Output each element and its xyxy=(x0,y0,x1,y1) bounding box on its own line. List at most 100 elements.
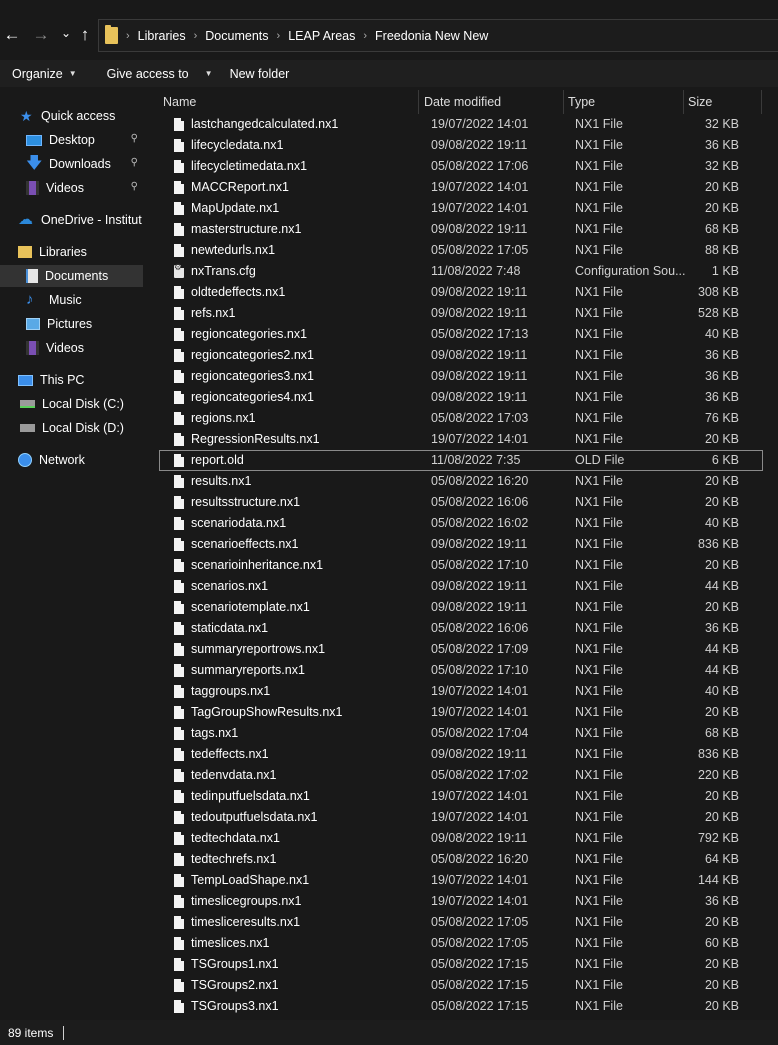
breadcrumb-chevron-icon[interactable]: › xyxy=(363,30,367,42)
file-row[interactable]: tedinputfuelsdata.nx1 19/07/2022 14:01 NX1… xyxy=(159,786,763,807)
column-header-name[interactable]: Name xyxy=(159,90,419,114)
sidebar-item-videos-quick[interactable]: Videos ⚲ xyxy=(26,177,143,199)
file-row[interactable]: scenariodata.nx1 05/08/2022 16:02 NX1 File… xyxy=(159,513,763,534)
file-icon xyxy=(174,811,184,824)
file-type: NX1 File xyxy=(575,558,623,572)
file-date-modified: 09/08/2022 19:11 xyxy=(431,285,528,299)
organize-label: Organize xyxy=(12,66,63,81)
sidebar-item-music[interactable]: ♪ Music xyxy=(26,289,82,311)
file-row[interactable]: nxTrans.cfg 11/08/2022 7:48 Configuration … xyxy=(159,261,763,282)
file-row[interactable]: taggroups.nx1 19/07/2022 14:01 NX1 File 40 … xyxy=(159,681,763,702)
sidebar-item-disk-c[interactable]: Local Disk (C:) xyxy=(20,393,124,415)
file-row[interactable]: lifecycletimedata.nx1 05/08/2022 17:06 NX1… xyxy=(159,156,763,177)
file-row[interactable]: newtedurls.nx1 05/08/2022 17:05 NX1 File 88… xyxy=(159,240,763,261)
sidebar-item-this-pc[interactable]: This PC xyxy=(18,369,84,391)
file-row[interactable]: timeslices.nx1 05/08/2022 17:05 NX1 File 60… xyxy=(159,933,763,954)
file-icon xyxy=(174,391,184,404)
file-row[interactable]: staticdata.nx1 05/08/2022 16:06 NX1 File 36… xyxy=(159,618,763,639)
file-type: NX1 File xyxy=(575,327,623,341)
file-name: MapUpdate.nx1 xyxy=(191,201,280,215)
sidebar-item-downloads[interactable]: 🡇 Downloads ⚲ xyxy=(26,153,143,175)
sidebar-item-label: Videos xyxy=(46,341,84,355)
file-row[interactable]: scenarios.nx1 09/08/2022 19:11 NX1 File 44 … xyxy=(159,576,763,597)
sidebar-item-disk-d[interactable]: Local Disk (D:) xyxy=(20,417,124,439)
file-row[interactable]: resultsstructure.nx1 05/08/2022 16:06 NX1 … xyxy=(159,492,763,513)
file-row[interactable]: tags.nx1 05/08/2022 17:04 NX1 File 68 KB xyxy=(159,723,763,744)
file-row[interactable]: tedeffects.nx1 09/08/2022 19:11 NX1 File 83… xyxy=(159,744,763,765)
pin-icon[interactable]: ⚲ xyxy=(131,133,138,144)
sidebar-item-libraries[interactable]: Libraries xyxy=(18,241,87,263)
file-date-modified: 19/07/2022 14:01 xyxy=(431,117,529,131)
file-row[interactable]: TSGroups3.nx1 05/08/2022 17:15 NX1 File 20 … xyxy=(159,996,763,1017)
file-row[interactable]: scenariotemplate.nx1 09/08/2022 19:11 NX1 … xyxy=(159,597,763,618)
file-type: NX1 File xyxy=(575,747,623,761)
breadcrumb-chevron-icon[interactable]: › xyxy=(277,30,281,42)
file-row[interactable]: tedtechdata.nx1 09/08/2022 19:11 NX1 File 7… xyxy=(159,828,763,849)
file-row[interactable]: oldtedeffects.nx1 09/08/2022 19:11 NX1 Fil… xyxy=(159,282,763,303)
file-date-modified: 09/08/2022 19:11 xyxy=(431,537,528,551)
sidebar-item-pictures[interactable]: Pictures xyxy=(26,313,92,335)
recent-locations-chevron-icon[interactable]: ⌄ xyxy=(57,23,75,43)
file-row[interactable]: lastchangedcalculated.nx1 19/07/2022 14:0… xyxy=(159,114,763,135)
breadcrumb-libraries[interactable]: Libraries xyxy=(138,29,186,43)
file-row[interactable]: regioncategories3.nx1 09/08/2022 19:11 NX1… xyxy=(159,366,763,387)
file-row[interactable]: regioncategories.nx1 05/08/2022 17:13 NX1 … xyxy=(159,324,763,345)
file-row[interactable]: scenarioeffects.nx1 09/08/2022 19:11 NX1 F… xyxy=(159,534,763,555)
file-row[interactable]: regioncategories4.nx1 09/08/2022 19:11 NX1… xyxy=(159,387,763,408)
file-row[interactable]: MapUpdate.nx1 19/07/2022 14:01 NX1 File 20 … xyxy=(159,198,763,219)
forward-arrow-icon[interactable]: → xyxy=(32,25,50,45)
picture-icon xyxy=(26,318,40,330)
file-row[interactable]: timeslicegroups.nx1 19/07/2022 14:01 NX1 F… xyxy=(159,891,763,912)
sidebar-item-desktop[interactable]: Desktop ⚲ xyxy=(26,129,143,151)
file-row[interactable]: scenarioinheritance.nx1 05/08/2022 17:10 N… xyxy=(159,555,763,576)
breadcrumb-current-folder[interactable]: Freedonia New New xyxy=(375,29,488,43)
breadcrumb-chevron-icon[interactable]: › xyxy=(126,30,130,42)
file-size: 792 KB xyxy=(697,831,739,845)
give-access-button[interactable]: Give access to ▼ xyxy=(107,67,213,81)
new-folder-button[interactable]: New folder xyxy=(230,67,290,81)
file-row[interactable]: tedenvdata.nx1 05/08/2022 17:02 NX1 File 22… xyxy=(159,765,763,786)
file-row[interactable]: tedtechrefs.nx1 05/08/2022 16:20 NX1 File 6… xyxy=(159,849,763,870)
file-row[interactable]: masterstructure.nx1 09/08/2022 19:11 NX1 F… xyxy=(159,219,763,240)
file-row[interactable]: timesliceresults.nx1 05/08/2022 17:05 NX1 … xyxy=(159,912,763,933)
back-arrow-icon[interactable]: ← xyxy=(3,25,21,45)
file-icon xyxy=(174,370,184,383)
file-date-modified: 09/08/2022 19:11 xyxy=(431,579,528,593)
breadcrumb-leap-areas[interactable]: LEAP Areas xyxy=(288,29,355,43)
file-date-modified: 05/08/2022 17:10 xyxy=(431,558,529,572)
sidebar-item-documents[interactable]: Documents xyxy=(0,265,143,287)
address-field[interactable]: › Libraries › Documents › LEAP Areas › F… xyxy=(98,19,778,52)
breadcrumb-chevron-icon[interactable]: › xyxy=(194,30,198,42)
sidebar-item-videos[interactable]: Videos xyxy=(26,337,84,359)
sidebar-item-onedrive[interactable]: ☁ OneDrive - Institut xyxy=(18,209,142,231)
up-arrow-icon[interactable]: ↑ xyxy=(76,25,94,45)
file-row[interactable]: TSGroups1.nx1 05/08/2022 17:15 NX1 File 20 … xyxy=(159,954,763,975)
organize-button[interactable]: Organize ▼ xyxy=(12,67,77,81)
pin-icon[interactable]: ⚲ xyxy=(131,181,138,192)
file-row[interactable]: TSGroups2.nx1 05/08/2022 17:15 NX1 File 20 … xyxy=(159,975,763,996)
file-row[interactable]: lifecycledata.nx1 09/08/2022 19:11 NX1 Fil… xyxy=(159,135,763,156)
breadcrumb-documents[interactable]: Documents xyxy=(205,29,268,43)
file-row[interactable]: MACCReport.nx1 19/07/2022 14:01 NX1 File 20… xyxy=(159,177,763,198)
file-row[interactable]: regioncategories2.nx1 09/08/2022 19:11 NX1… xyxy=(159,345,763,366)
file-row[interactable]: RegressionResults.nx1 19/07/2022 14:01 NX1… xyxy=(159,429,763,450)
file-size: 68 KB xyxy=(704,726,739,740)
file-row[interactable]: summaryreportrows.nx1 05/08/2022 17:09 NX1… xyxy=(159,639,763,660)
file-row[interactable]: results.nx1 05/08/2022 16:20 NX1 File 20 KB xyxy=(159,471,763,492)
file-row[interactable]: regions.nx1 05/08/2022 17:03 NX1 File 76 KB xyxy=(159,408,763,429)
sidebar-item-quick-access[interactable]: ★ Quick access xyxy=(20,105,115,127)
column-header-date-modified[interactable]: Date modified xyxy=(420,90,564,114)
column-header-type[interactable]: Type xyxy=(564,90,684,114)
monitor-icon xyxy=(18,374,33,386)
file-row[interactable]: TempLoadShape.nx1 19/07/2022 14:01 NX1 Fil… xyxy=(159,870,763,891)
sidebar-item-network[interactable]: Network xyxy=(18,449,85,471)
file-row[interactable]: summaryreports.nx1 05/08/2022 17:10 NX1 Fi… xyxy=(159,660,763,681)
file-icon xyxy=(174,118,184,131)
file-size: 36 KB xyxy=(704,621,739,635)
file-row[interactable]: TagGroupShowResults.nx1 19/07/2022 14:01 N… xyxy=(159,702,763,723)
file-row[interactable]: refs.nx1 09/08/2022 19:11 NX1 File 528 KB xyxy=(159,303,763,324)
column-header-size[interactable]: Size xyxy=(684,90,762,114)
pin-icon[interactable]: ⚲ xyxy=(131,157,138,168)
file-row[interactable]: report.old 11/08/2022 7:35 OLD File 6 KB xyxy=(159,450,763,471)
file-row[interactable]: tedoutputfuelsdata.nx1 19/07/2022 14:01 NX… xyxy=(159,807,763,828)
